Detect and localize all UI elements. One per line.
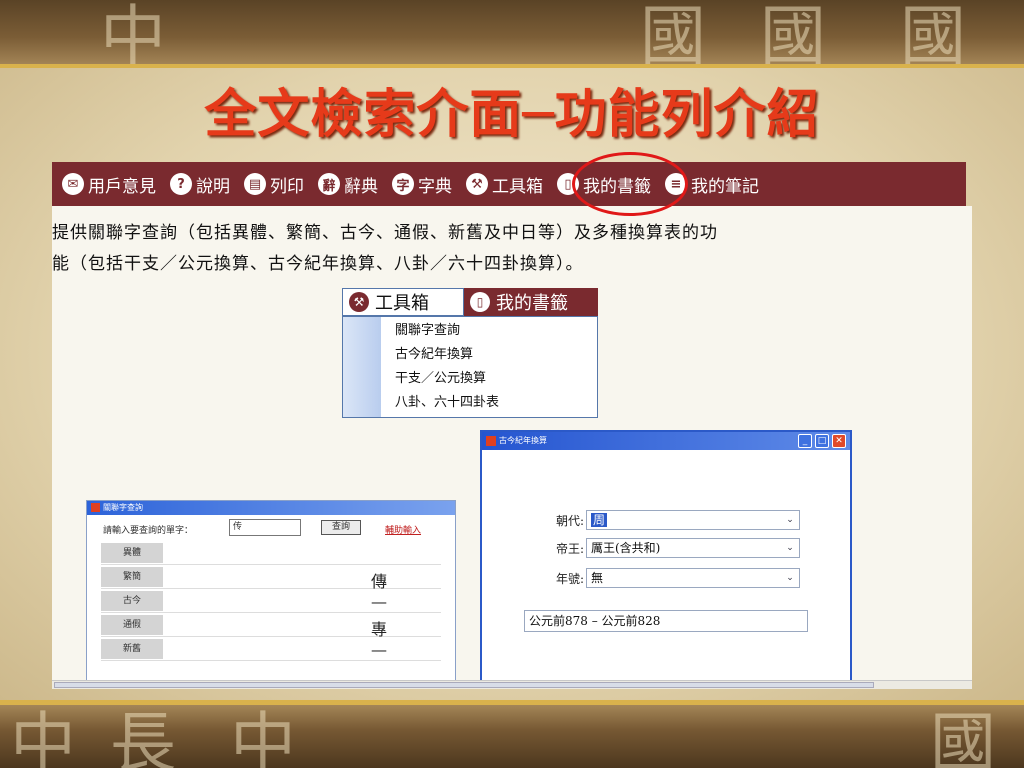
- toolbar-item-label: 列印: [270, 176, 304, 197]
- window-title: 關聯字查詢: [103, 503, 143, 512]
- era-conversion-window: 古今紀年換算 _ □ ✕ 朝代: 周 ⌄ 帝王: 厲王(含共和) ⌄ 年號: 無…: [480, 430, 852, 686]
- row-label: 新舊: [101, 639, 163, 659]
- tab-label: 工具箱: [375, 293, 429, 314]
- row-value: 專: [371, 620, 388, 639]
- feature-description: 提供關聯字查詢（包括異體、繁簡、古今、通假、新舊及中日等）及多種換算表的功 能（…: [52, 218, 977, 280]
- close-icon[interactable]: ✕: [832, 434, 846, 448]
- select-value: 周: [591, 513, 608, 527]
- horizontal-scrollbar[interactable]: [52, 680, 972, 689]
- maximize-icon[interactable]: □: [815, 434, 829, 448]
- row-label: 繁簡: [101, 567, 163, 587]
- result-row: 古今 —: [101, 591, 441, 613]
- result-row: 新舊 —: [101, 639, 441, 661]
- slide-bottom-decorative-band: 中 長 中 國: [0, 705, 1024, 768]
- menu-list: 關聯字查詢 古今紀年換算 干支／公元換算 八卦、六十四卦表: [381, 317, 597, 417]
- result-row: 通假 專: [101, 615, 441, 639]
- reign-title-select[interactable]: 無 ⌄: [586, 568, 800, 588]
- bookmark-icon: ▯: [470, 292, 490, 312]
- row-label: 通假: [101, 615, 163, 635]
- tab-label: 我的書籤: [496, 293, 568, 314]
- emperor-select[interactable]: 厲王(含共和) ⌄: [586, 538, 800, 558]
- slide-title: 全文檢索介面─功能列介紹: [204, 85, 820, 145]
- toolbar-item-label: 工具箱: [492, 176, 543, 197]
- field-label: 年號:: [555, 572, 584, 586]
- toolbox-dropdown-menu: 關聯字查詢 古今紀年換算 干支／公元換算 八卦、六十四卦表: [342, 316, 598, 418]
- scrollbar-thumb[interactable]: [54, 682, 874, 688]
- field-label: 朝代:: [555, 514, 584, 528]
- chevron-down-icon: ⌄: [786, 515, 794, 525]
- toolbox-menu-tabs: ⚒ 工具箱 ▯ 我的書籤: [342, 288, 598, 316]
- band-glyph: 中: [10, 705, 76, 768]
- toolbar-item-label: 辭典: [344, 176, 378, 197]
- toolbar-item-label: 說明: [196, 176, 230, 197]
- menu-side-strip: [343, 317, 381, 417]
- band-glyph: 國: [930, 705, 996, 768]
- row-label: 異體: [101, 543, 163, 563]
- band-glyph: 中: [100, 0, 166, 69]
- character-input[interactable]: 传: [229, 519, 301, 536]
- dynasty-select[interactable]: 周 ⌄: [586, 510, 800, 530]
- row-value: 傳: [371, 572, 388, 591]
- window-titlebar: 古今紀年換算 _ □ ✕: [482, 432, 850, 450]
- assist-input-link[interactable]: 輔助輸入: [385, 523, 421, 536]
- select-value: 無: [591, 571, 604, 585]
- chevron-down-icon: ⌄: [786, 543, 794, 553]
- field-label: 帝王:: [555, 542, 584, 556]
- row-label: 古今: [101, 591, 163, 611]
- row-value: —: [371, 640, 387, 659]
- app-icon: [486, 435, 496, 446]
- query-prompt: 請輸入要查詢的單字：: [103, 526, 194, 536]
- toolbar-item-print[interactable]: ▤ 列印: [244, 172, 304, 197]
- toolbar-item-feedback[interactable]: ✉ 用戶意見: [62, 172, 156, 197]
- toolbar-item-dictionary[interactable]: 辭 辭典: [318, 172, 378, 197]
- toolbar-item-label: 用戶意見: [88, 176, 156, 197]
- conversion-result: 公元前878 – 公元前828: [524, 610, 808, 632]
- result-row: 異體: [101, 543, 441, 565]
- toolbar-item-character-dictionary[interactable]: 字 字典: [392, 172, 452, 197]
- menu-item-bagua-table[interactable]: 八卦、六十四卦表: [381, 391, 597, 415]
- tab-toolbox[interactable]: ⚒ 工具箱: [342, 288, 464, 316]
- menu-item-ganzhi-conversion[interactable]: 干支／公元換算: [381, 367, 597, 391]
- window-title: 古今紀年換算: [499, 436, 547, 445]
- related-character-lookup-window: 關聯字查詢 請輸入要查詢的單字： 传 查詢 輔助輸入 異體 繁簡 傳 古今 — …: [86, 500, 456, 686]
- app-icon: [91, 503, 100, 512]
- toolbar-item-label: 字典: [418, 176, 452, 197]
- band-glyph: 國: [760, 0, 826, 69]
- query-button[interactable]: 查詢: [321, 520, 361, 535]
- toolbox-icon: ⚒: [466, 173, 488, 195]
- band-glyph: 國: [640, 0, 706, 69]
- row-value: —: [371, 592, 387, 611]
- toolbar-item-toolbox[interactable]: ⚒ 工具箱: [466, 172, 543, 197]
- function-toolbar: ✉ 用戶意見 ? 說明 ▤ 列印 辭 辭典 字 字典 ⚒ 工具箱 ▯ 我的書籤 …: [52, 162, 966, 206]
- band-glyph: 中: [230, 705, 296, 768]
- menu-item-era-conversion[interactable]: 古今紀年換算: [381, 343, 597, 367]
- result-row: 繁簡 傳: [101, 567, 441, 591]
- band-glyph: 長: [110, 705, 176, 768]
- help-icon: ?: [170, 173, 192, 195]
- band-glyph: 國: [900, 0, 966, 69]
- toolbox-highlight-circle: [572, 152, 688, 216]
- menu-item-related-character-lookup[interactable]: 關聯字查詢: [381, 319, 597, 343]
- slide-top-decorative-band: 中 國 國 國: [0, 0, 1024, 68]
- chevron-down-icon: ⌄: [786, 573, 794, 583]
- dictionary-icon: 辭: [318, 173, 340, 195]
- description-line: 提供關聯字查詢（包括異體、繁簡、古今、通假、新舊及中日等）及多種換算表的功: [52, 223, 718, 243]
- print-icon: ▤: [244, 173, 266, 195]
- toolbar-item-label: 我的筆記: [691, 176, 759, 197]
- character-dictionary-icon: 字: [392, 173, 414, 195]
- feedback-icon: ✉: [62, 173, 84, 195]
- toolbar-item-help[interactable]: ? 說明: [170, 172, 230, 197]
- tab-bookmarks[interactable]: ▯ 我的書籤: [464, 288, 598, 316]
- select-value: 厲王(含共和): [591, 541, 661, 555]
- toolbox-icon: ⚒: [349, 292, 369, 312]
- query-bar: 請輸入要查詢的單字： 传 查詢 輔助輸入: [87, 515, 455, 541]
- minimize-icon[interactable]: _: [798, 434, 812, 448]
- window-titlebar: 關聯字查詢: [87, 501, 455, 515]
- description-line: 能（包括干支／公元換算、古今紀年換算、八卦／六十四卦換算）。: [52, 254, 584, 274]
